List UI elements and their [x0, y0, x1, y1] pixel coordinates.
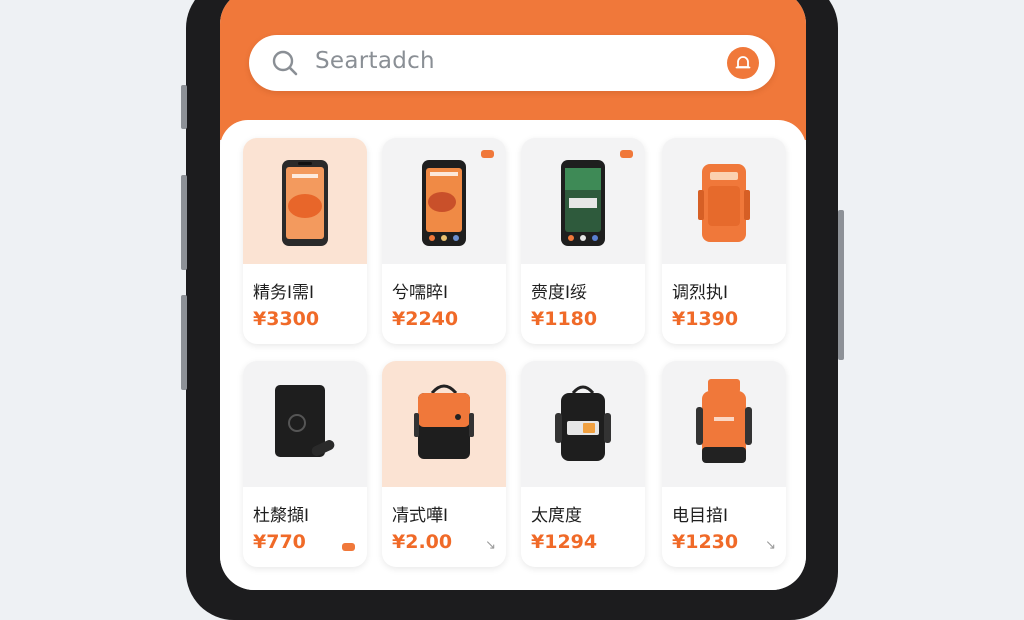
arrow-icon: ↘: [485, 538, 496, 553]
product-name: 电目揞I: [672, 506, 729, 526]
phone-orange-icon: [282, 160, 328, 246]
bell-icon: [735, 56, 751, 69]
product-price: ¥770: [253, 531, 306, 553]
product-card[interactable]: 赍度I绥 ¥1180: [521, 138, 645, 344]
product-name: 精务I需I: [253, 283, 315, 303]
product-card[interactable]: 杜漦擷I ¥770: [243, 361, 367, 567]
product-price: ¥1180: [531, 308, 598, 330]
product-name: 赍度I绥: [531, 283, 588, 303]
orange-messenger-bag-icon: [414, 384, 474, 459]
product-price: ¥2.00: [392, 531, 453, 553]
product-image-box: [243, 138, 367, 264]
badge-icon: [342, 543, 355, 551]
phone-orange-dark-icon: [422, 160, 466, 246]
product-image-box: [521, 361, 645, 487]
product-name: 凊式嘩I: [392, 506, 449, 526]
product-card[interactable]: 调烈执I ¥1390: [662, 138, 786, 344]
app-screen: Seartadch 精务I需I ¥3300 兮嚅睟I ¥2240 赍度I绥 ¥1…: [220, 0, 806, 590]
product-price: ¥1230: [672, 531, 739, 553]
orange-rolltop-backpack-icon: [696, 379, 752, 463]
badge-icon: [481, 150, 494, 158]
power-button: [838, 210, 844, 360]
product-name: 杜漦擷I: [253, 506, 310, 526]
header: Seartadch: [220, 0, 806, 140]
product-card[interactable]: 太庹度 ¥1294: [521, 361, 645, 567]
product-price: ¥1294: [531, 531, 598, 553]
product-image-box: [243, 361, 367, 487]
product-image-box: [662, 138, 786, 264]
product-price: ¥3300: [253, 308, 320, 330]
black-backpack-icon: [555, 385, 611, 461]
product-card[interactable]: 电目揞I ¥1230 ↘: [662, 361, 786, 567]
search-icon: [272, 50, 298, 76]
phone-side-button: [181, 85, 187, 129]
volume-up-button: [181, 175, 187, 270]
search-placeholder[interactable]: Seartadch: [315, 48, 435, 74]
phone-green-icon: [561, 160, 605, 246]
volume-down-button: [181, 295, 187, 390]
product-name: 兮嚅睟I: [392, 283, 449, 303]
arrow-icon: ↘: [765, 538, 776, 553]
product-image-box: [662, 361, 786, 487]
product-price: ¥2240: [392, 308, 459, 330]
badge-icon: [620, 150, 633, 158]
product-card[interactable]: 兮嚅睟I ¥2240: [382, 138, 506, 344]
product-card[interactable]: 精务I需I ¥3300: [243, 138, 367, 344]
orange-pouch-icon: [698, 164, 750, 242]
search-bar[interactable]: Seartadch: [249, 35, 775, 91]
black-tablet-icon: [275, 385, 335, 457]
product-name: 调烈执I: [672, 283, 729, 303]
product-image-box: [382, 361, 506, 487]
product-card[interactable]: 凊式嘩I ¥2.00 ↘: [382, 361, 506, 567]
product-price: ¥1390: [672, 308, 739, 330]
product-grid: 精务I需I ¥3300 兮嚅睟I ¥2240 赍度I绥 ¥1180 调烈执I ¥…: [220, 120, 806, 590]
notification-button[interactable]: [727, 47, 759, 79]
product-name: 太庹度: [531, 506, 582, 526]
